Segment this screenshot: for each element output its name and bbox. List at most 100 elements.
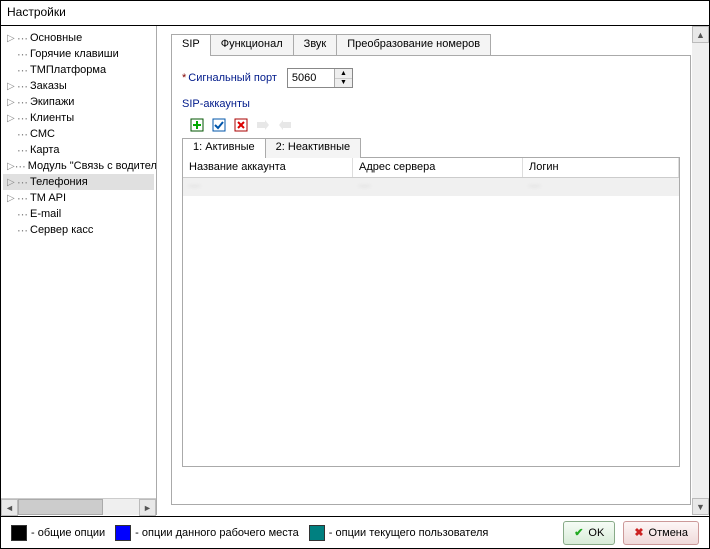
signal-port-spinner[interactable]: ▲ ▼ bbox=[287, 68, 353, 88]
spin-up-button[interactable]: ▲ bbox=[335, 69, 352, 79]
check-icon: ✔ bbox=[574, 526, 583, 539]
tree-marker-icon: ⋯ bbox=[17, 64, 28, 77]
legend-text: - опции данного рабочего места bbox=[135, 527, 299, 539]
sip-accounts-label: SIP-аккаунты bbox=[182, 98, 680, 110]
content-vscroll[interactable]: ▲ ▼ bbox=[692, 26, 709, 515]
tab-0[interactable]: SIP bbox=[171, 34, 211, 56]
cancel-button[interactable]: ✖ Отмена bbox=[623, 521, 699, 545]
sidebar-item-label: E-mail bbox=[30, 208, 61, 220]
signal-port-label: Сигнальный порт bbox=[188, 72, 277, 84]
sidebar-hscroll[interactable]: ◄ ► bbox=[1, 498, 156, 515]
cell-name: — bbox=[183, 178, 353, 196]
tab-1[interactable]: Функционал bbox=[210, 34, 294, 56]
sidebar-item-7[interactable]: ⋯Карта bbox=[3, 142, 154, 158]
sidebar-item-2[interactable]: ⋯ТМПлатформа bbox=[3, 62, 154, 78]
edit-account-icon[interactable] bbox=[210, 116, 228, 134]
legend-text: - общие опции bbox=[31, 527, 105, 539]
sidebar-item-6[interactable]: ⋯СМС bbox=[3, 126, 154, 142]
sidebar-item-label: Карта bbox=[30, 144, 59, 156]
grid-col-login[interactable]: Логин bbox=[523, 158, 679, 177]
scroll-right-button[interactable]: ► bbox=[139, 499, 156, 516]
tab-3[interactable]: Преобразование номеров bbox=[336, 34, 491, 56]
expand-icon[interactable]: ▷ bbox=[7, 161, 15, 172]
grid-header: Название аккаунта Адрес сервера Логин bbox=[183, 158, 679, 178]
footer: - общие опции - опции данного рабочего ме… bbox=[1, 516, 709, 548]
tab-2[interactable]: Звук bbox=[293, 34, 338, 56]
spin-down-button[interactable]: ▼ bbox=[335, 79, 352, 88]
tree-marker-icon: ⋯ bbox=[17, 192, 28, 205]
vscroll-track[interactable] bbox=[692, 43, 709, 498]
account-subtabs: 1: Активные2: Неактивные bbox=[182, 138, 680, 158]
tree-marker-icon: ⋯ bbox=[17, 48, 28, 61]
grid-col-server[interactable]: Адрес сервера bbox=[353, 158, 523, 177]
sidebar-item-8[interactable]: ▷⋯Модуль "Связь с водителями" bbox=[3, 158, 154, 174]
expand-icon[interactable]: ▷ bbox=[7, 193, 17, 204]
legend-item-1: - опции данного рабочего места bbox=[115, 525, 299, 541]
legend-item-2: - опции текущего пользователя bbox=[309, 525, 489, 541]
sidebar-item-0[interactable]: ▷⋯Основные bbox=[3, 30, 154, 46]
tree-marker-icon: ⋯ bbox=[17, 112, 28, 125]
settings-tree[interactable]: ▷⋯Основные⋯Горячие клавиши⋯ТМПлатформа▷⋯… bbox=[1, 26, 156, 498]
move-right-icon[interactable] bbox=[276, 116, 294, 134]
tree-marker-icon: ⋯ bbox=[17, 224, 28, 237]
tab-body-sip: * Сигнальный порт ▲ ▼ SIP-аккаунты bbox=[171, 55, 691, 505]
accounts-toolbar bbox=[188, 116, 680, 134]
delete-account-icon[interactable] bbox=[232, 116, 250, 134]
sidebar-item-label: ТМПлатформа bbox=[30, 64, 106, 76]
sidebar-item-3[interactable]: ▷⋯Заказы bbox=[3, 78, 154, 94]
expand-icon[interactable]: ▷ bbox=[7, 113, 17, 124]
sidebar-item-12[interactable]: ⋯Сервер касс bbox=[3, 222, 154, 238]
sidebar-item-4[interactable]: ▷⋯Экипажи bbox=[3, 94, 154, 110]
sidebar-item-label: Телефония bbox=[30, 176, 88, 188]
move-left-icon[interactable] bbox=[254, 116, 272, 134]
sidebar-item-9[interactable]: ▷⋯Телефония bbox=[3, 174, 154, 190]
sidebar-item-label: Горячие клавиши bbox=[30, 48, 119, 60]
sidebar-item-label: Клиенты bbox=[30, 112, 74, 124]
sidebar-item-label: Сервер касс bbox=[30, 224, 93, 236]
tree-marker-icon: ⋯ bbox=[15, 160, 26, 173]
sidebar-item-label: TM API bbox=[30, 192, 66, 204]
tree-marker-icon: ⋯ bbox=[17, 32, 28, 45]
expand-icon[interactable]: ▷ bbox=[7, 33, 17, 44]
tree-marker-icon: ⋯ bbox=[17, 80, 28, 93]
required-asterisk: * bbox=[182, 72, 186, 84]
sidebar: ▷⋯Основные⋯Горячие клавиши⋯ТМПлатформа▷⋯… bbox=[1, 26, 157, 515]
cancel-button-label: Отмена bbox=[649, 527, 688, 539]
tree-marker-icon: ⋯ bbox=[17, 144, 28, 157]
sidebar-item-11[interactable]: ⋯E-mail bbox=[3, 206, 154, 222]
sidebar-item-label: Заказы bbox=[30, 80, 67, 92]
sidebar-item-5[interactable]: ▷⋯Клиенты bbox=[3, 110, 154, 126]
sidebar-item-1[interactable]: ⋯Горячие клавиши bbox=[3, 46, 154, 62]
subtab-0[interactable]: 1: Активные bbox=[182, 138, 266, 158]
expand-icon[interactable]: ▷ bbox=[7, 177, 17, 188]
sidebar-item-label: СМС bbox=[30, 128, 55, 140]
sidebar-item-label: Экипажи bbox=[30, 96, 74, 108]
tree-marker-icon: ⋯ bbox=[17, 128, 28, 141]
tree-marker-icon: ⋯ bbox=[17, 176, 28, 189]
sidebar-item-label: Модуль "Связь с водителями" bbox=[28, 160, 156, 172]
scroll-up-button[interactable]: ▲ bbox=[692, 26, 709, 43]
scroll-down-button[interactable]: ▼ bbox=[692, 498, 709, 515]
tree-marker-icon: ⋯ bbox=[17, 96, 28, 109]
sidebar-item-label: Основные bbox=[30, 32, 82, 44]
table-row[interactable]: — — — bbox=[183, 178, 679, 196]
cell-login: — bbox=[523, 178, 679, 196]
subtab-1[interactable]: 2: Неактивные bbox=[265, 138, 361, 158]
close-icon: ✖ bbox=[634, 526, 643, 539]
scroll-track[interactable] bbox=[18, 499, 139, 515]
expand-icon[interactable]: ▷ bbox=[7, 97, 17, 108]
legend-swatch bbox=[309, 525, 325, 541]
scroll-left-button[interactable]: ◄ bbox=[1, 499, 18, 516]
accounts-grid[interactable]: Название аккаунта Адрес сервера Логин — … bbox=[182, 157, 680, 467]
scroll-thumb[interactable] bbox=[18, 499, 103, 515]
expand-icon[interactable]: ▷ bbox=[7, 81, 17, 92]
ok-button-label: OK bbox=[588, 527, 604, 539]
add-account-icon[interactable] bbox=[188, 116, 206, 134]
grid-col-name[interactable]: Название аккаунта bbox=[183, 158, 353, 177]
ok-button[interactable]: ✔ OK bbox=[563, 521, 615, 545]
signal-port-input[interactable] bbox=[288, 69, 334, 87]
cell-server: — bbox=[353, 178, 523, 196]
sidebar-item-10[interactable]: ▷⋯TM API bbox=[3, 190, 154, 206]
legend-text: - опции текущего пользователя bbox=[329, 527, 489, 539]
tree-marker-icon: ⋯ bbox=[17, 208, 28, 221]
